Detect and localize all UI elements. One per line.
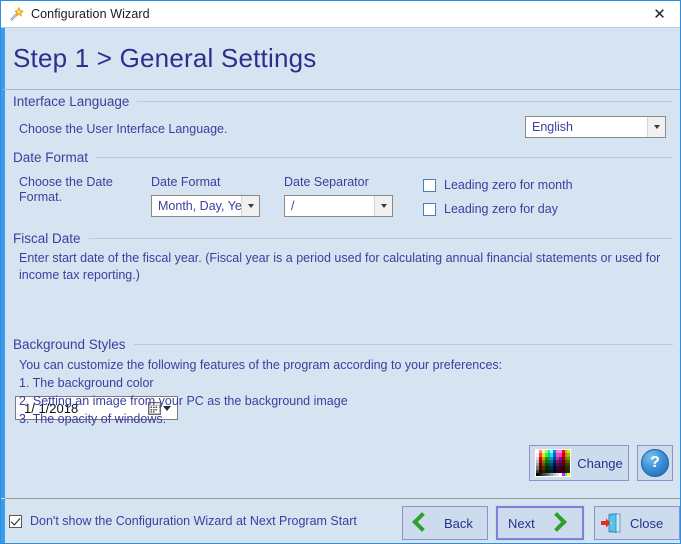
background-styles-item-3: 3. The opacity of windows. [19, 412, 167, 426]
next-button[interactable]: Next [495, 505, 585, 541]
leading-zero-day-checkbox[interactable] [423, 202, 436, 216]
date-format-select[interactable]: Month, Day, Yea [151, 195, 260, 217]
date-separator-select-value: / [291, 199, 295, 213]
change-background-button[interactable]: Change [529, 445, 629, 481]
color-palette-icon [535, 449, 572, 477]
leading-zero-month-checkbox-row[interactable]: Leading zero for month [423, 178, 573, 192]
language-select-value: English [532, 120, 573, 134]
interface-language-group-header: Interface Language [13, 94, 673, 109]
close-icon[interactable]: ✕ [637, 1, 680, 27]
date-format-field-label: Date Format [151, 175, 221, 189]
fiscal-date-description: Enter start date of the fiscal year. (Fi… [19, 251, 661, 282]
date-format-select-value: Month, Day, Yea [158, 199, 241, 213]
date-format-group-header: Date Format [13, 150, 673, 165]
page-title: Step 1 > General Settings [13, 43, 317, 73]
help-button[interactable]: ? [637, 445, 673, 481]
group-divider [88, 238, 673, 239]
fiscal-date-group-header: Fiscal Date [13, 231, 673, 246]
background-styles-group-header: Background Styles [13, 337, 673, 352]
wizard-step-header: Step 1 > General Settings [1, 28, 680, 90]
language-select[interactable]: English [525, 116, 666, 138]
close-button-label: Close [630, 515, 664, 531]
dont-show-again-checkbox[interactable] [9, 514, 22, 528]
group-divider [137, 101, 673, 102]
date-separator-select[interactable]: / [284, 195, 393, 217]
window-title: Configuration Wizard [31, 7, 150, 21]
change-button-label: Change [577, 455, 623, 471]
dont-show-again-checkbox-row[interactable]: Don't show the Configuration Wizard at N… [9, 514, 357, 528]
chevron-down-icon[interactable] [647, 117, 665, 137]
leading-zero-month-checkbox[interactable] [423, 178, 436, 192]
title-bar: Configuration Wizard ✕ [1, 1, 680, 28]
leading-zero-day-label: Leading zero for day [444, 202, 558, 216]
background-styles-heading: Background Styles [13, 337, 126, 352]
chevron-down-icon[interactable] [374, 196, 392, 216]
close-button[interactable]: Close [594, 506, 680, 540]
date-format-description: Choose the Date Format. [19, 175, 113, 204]
chevron-left-icon [408, 511, 430, 535]
configuration-wizard-window: Configuration Wizard ✕ Step 1 > General … [0, 0, 681, 544]
background-styles-item-1: 1. The background color [19, 376, 154, 390]
leading-zero-month-label: Leading zero for month [444, 178, 573, 192]
question-mark-icon: ? [641, 449, 669, 477]
date-separator-field-label: Date Separator [284, 175, 369, 189]
next-button-label: Next [508, 515, 535, 531]
wizard-body: Interface Language Choose the User Inter… [1, 90, 680, 498]
magic-wand-icon [8, 6, 24, 22]
group-divider [133, 344, 673, 345]
chevron-right-icon [547, 511, 569, 535]
interface-language-description: Choose the User Interface Language. [19, 122, 228, 136]
group-divider [96, 157, 673, 158]
exit-door-icon [600, 512, 622, 534]
back-button[interactable]: Back [402, 506, 488, 540]
fiscal-date-heading: Fiscal Date [13, 231, 81, 246]
wizard-footer: Don't show the Configuration Wizard at N… [1, 499, 680, 543]
dont-show-again-label: Don't show the Configuration Wizard at N… [30, 514, 357, 528]
interface-language-heading: Interface Language [13, 94, 130, 109]
background-styles-intro: You can customize the following features… [19, 358, 503, 372]
leading-zero-day-checkbox-row[interactable]: Leading zero for day [423, 202, 558, 216]
background-styles-item-2: 2. Setting an image from your PC as the … [19, 394, 348, 408]
chevron-down-icon[interactable] [241, 196, 259, 216]
date-format-heading: Date Format [13, 150, 89, 165]
back-button-label: Back [444, 515, 473, 531]
